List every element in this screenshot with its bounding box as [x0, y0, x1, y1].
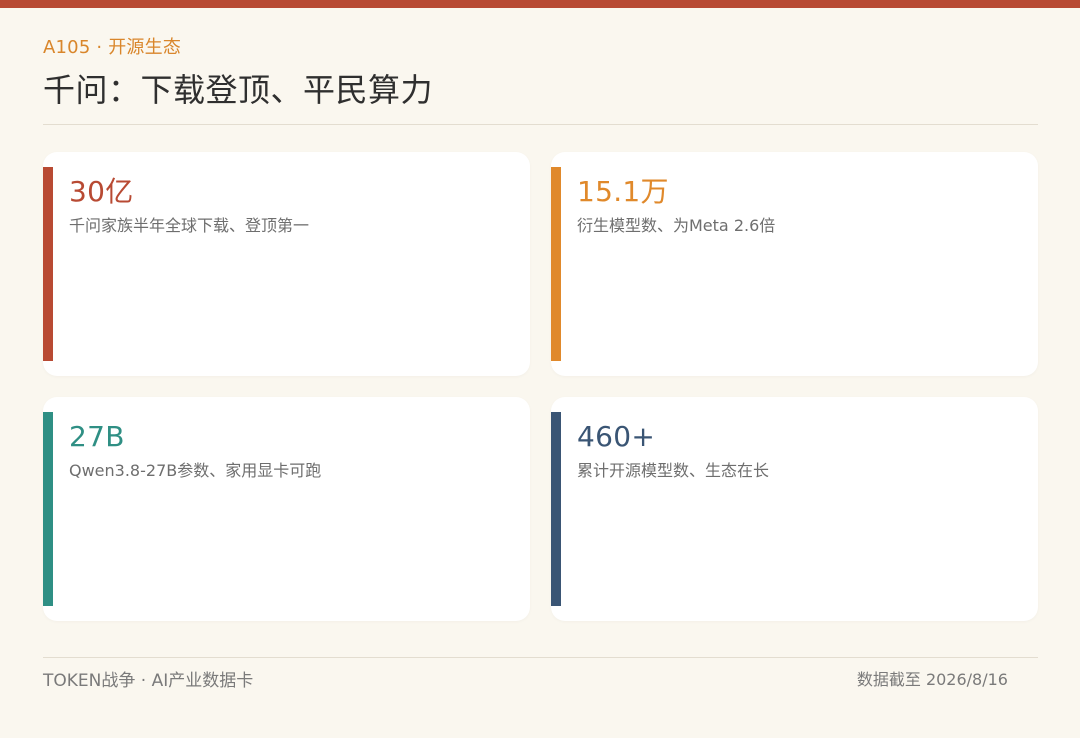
card-accent-bar	[43, 412, 53, 606]
stat-value: 15.1万	[577, 175, 669, 208]
section-eyebrow: A105 · 开源生态	[43, 37, 182, 58]
card-accent-bar	[551, 167, 561, 361]
stat-description: Qwen3.8-27B参数、家用显卡可跑	[69, 461, 322, 480]
stat-value: 30亿	[69, 175, 134, 208]
footer-divider	[43, 657, 1038, 658]
stat-value: 27B	[69, 420, 125, 453]
stat-card-open-models: 460+ 累计开源模型数、生态在长	[551, 397, 1038, 621]
stat-description: 累计开源模型数、生态在长	[577, 461, 770, 480]
stat-description: 衍生模型数、为Meta 2.6倍	[577, 216, 776, 235]
stat-card-downloads: 30亿 千问家族半年全球下载、登顶第一	[43, 152, 530, 376]
footer-date: 数据截至 2026/8/16	[856, 670, 1008, 689]
footer-source: TOKEN战争 · AI产业数据卡	[43, 671, 254, 691]
top-accent-bar	[0, 0, 1080, 8]
header-divider	[43, 124, 1038, 125]
card-accent-bar	[551, 412, 561, 606]
stat-value: 460+	[577, 420, 656, 453]
stat-card-derivatives: 15.1万 衍生模型数、为Meta 2.6倍	[551, 152, 1038, 376]
page-title: 千问：下载登顶、平民算力	[43, 71, 434, 109]
header: A105 · 开源生态 千问：下载登顶、平民算力	[43, 36, 1038, 110]
stat-description: 千问家族半年全球下载、登顶第一	[69, 216, 310, 235]
stat-card-parameters: 27B Qwen3.8-27B参数、家用显卡可跑	[43, 397, 530, 621]
card-accent-bar	[43, 167, 53, 361]
